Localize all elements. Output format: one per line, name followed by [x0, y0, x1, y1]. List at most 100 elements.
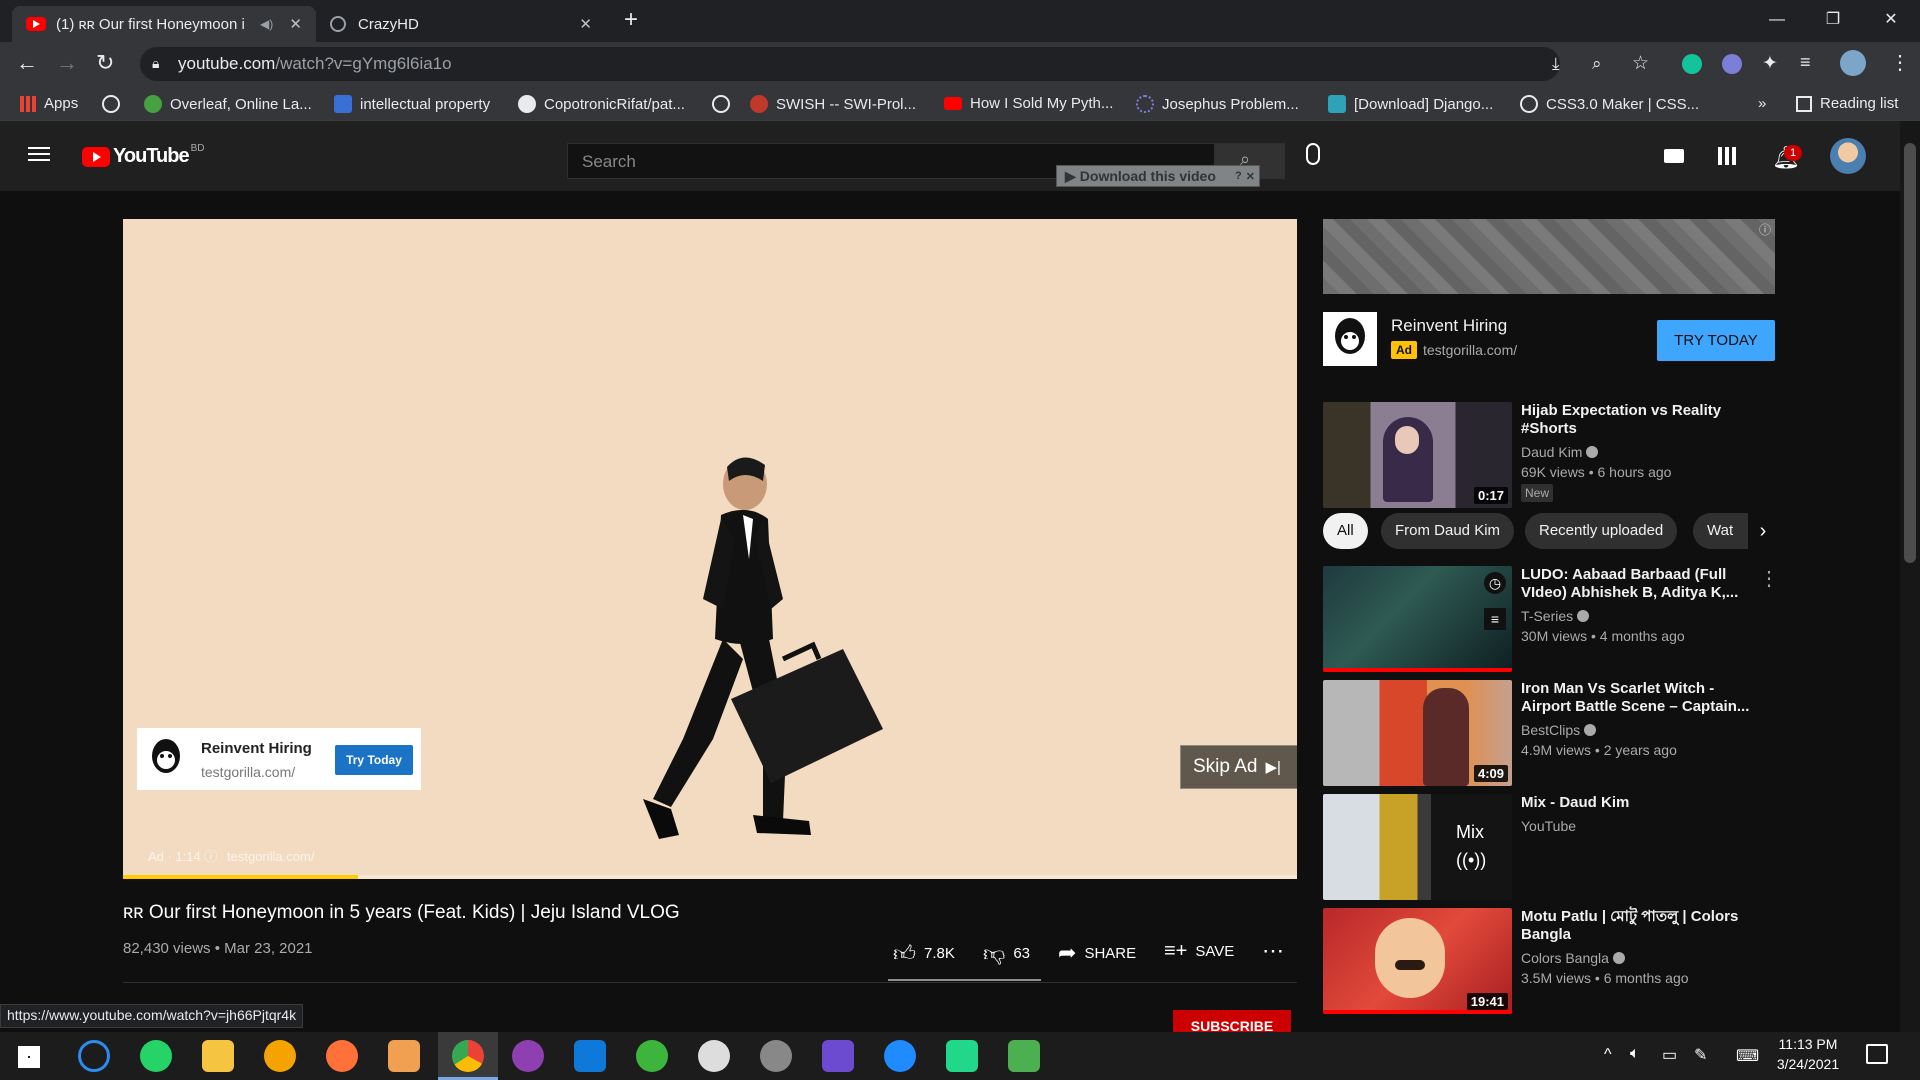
- minimize-button[interactable]: —: [1754, 6, 1800, 34]
- video-title[interactable]: Iron Man Vs Scarlet Witch - Airport Batt…: [1521, 680, 1761, 716]
- tray-chevron-up-icon[interactable]: ^: [1604, 1046, 1612, 1064]
- bookmark-star-icon[interactable]: ☆: [1632, 52, 1649, 75]
- vscode-icon[interactable]: [574, 1040, 606, 1072]
- whatsapp-icon[interactable]: [140, 1040, 172, 1072]
- ad-info-url[interactable]: testgorilla.com/: [227, 849, 314, 864]
- chrome-taskbar-active[interactable]: [438, 1032, 498, 1080]
- recommendation-item[interactable]: 19:41 Motu Patlu | মোটু পাতলু | Colors B…: [1323, 908, 1783, 1014]
- video-thumbnail[interactable]: 0:17: [1323, 402, 1512, 508]
- chevron-right-icon[interactable]: ›: [1748, 513, 1778, 549]
- media-control-icon[interactable]: ≡: [1800, 52, 1811, 73]
- back-button[interactable]: ←: [16, 50, 38, 76]
- pycharm-icon[interactable]: [946, 1040, 978, 1072]
- audio-icon[interactable]: ◀): [260, 17, 273, 31]
- app-icon[interactable]: [388, 1040, 420, 1072]
- app-icon[interactable]: [636, 1040, 668, 1072]
- help-icon[interactable]: ?: [1235, 170, 1242, 182]
- subscribe-button[interactable]: SUBSCRIBE: [1173, 1010, 1291, 1032]
- chip-watched[interactable]: Wat: [1693, 513, 1753, 549]
- close-tab-icon[interactable]: ✕: [289, 15, 302, 33]
- skip-ad-button[interactable]: Skip Ad ▶|: [1180, 745, 1297, 789]
- volume-icon[interactable]: 🔈︎: [1630, 1045, 1640, 1063]
- chip-all[interactable]: All: [1323, 513, 1368, 549]
- youtube-logo[interactable]: YouTube BD: [82, 143, 204, 168]
- firefox-icon[interactable]: [326, 1040, 358, 1072]
- apps-icon[interactable]: [1718, 147, 1736, 165]
- save-button[interactable]: ≡+ SAVE: [1164, 940, 1234, 963]
- windows-start-icon[interactable]: [18, 1046, 40, 1068]
- recommendation-item[interactable]: Mix ((•)) Mix - Daud Kim YouTube: [1323, 794, 1783, 900]
- channel-name[interactable]: BestClips: [1521, 722, 1597, 738]
- bookmark-django[interactable]: [Download] Django...: [1328, 95, 1493, 113]
- video-title[interactable]: Hijab Expectation vs Reality #Shorts: [1521, 402, 1761, 438]
- channel-name[interactable]: T-Series: [1521, 608, 1590, 624]
- video-title[interactable]: LUDO: Aabaad Barbaad (Full VIdeo) Abhish…: [1521, 566, 1761, 602]
- zoom-icon[interactable]: ⌕: [1592, 54, 1602, 74]
- browser-menu-icon[interactable]: ⋮: [1890, 50, 1910, 75]
- dislike-button[interactable]: 👎︎ 63: [983, 940, 1030, 967]
- chip-recently-uploaded[interactable]: Recently uploaded: [1525, 513, 1678, 549]
- video-thumbnail[interactable]: ◷ ≡: [1323, 566, 1512, 672]
- app-icon[interactable]: [760, 1040, 792, 1072]
- close-window-button[interactable]: ✕: [1868, 6, 1914, 34]
- bookmarks-overflow-button[interactable]: »: [1758, 95, 1766, 112]
- video-title[interactable]: Motu Patlu | মোটু পাতলু | Colors Bangla: [1521, 908, 1761, 944]
- bookmark-overleaf[interactable]: Overleaf, Online La...: [144, 95, 312, 113]
- sidebar-ad-logo[interactable]: [1323, 312, 1377, 366]
- messenger-icon[interactable]: [884, 1040, 916, 1072]
- reload-button[interactable]: ↻: [96, 50, 114, 76]
- tab-crazyhd[interactable]: CrazyHD ✕: [316, 6, 606, 42]
- microphone-icon[interactable]: [1306, 143, 1320, 165]
- download-video-bar[interactable]: ▶ Download this video ? ✕: [1056, 165, 1260, 187]
- app-icon[interactable]: [1008, 1040, 1040, 1072]
- download-page-icon[interactable]: ⤓: [1552, 54, 1560, 74]
- clock[interactable]: 11:13 PM 3/24/2021: [1768, 1036, 1848, 1072]
- new-tab-button[interactable]: +: [624, 6, 638, 34]
- pen-icon[interactable]: ✎: [1694, 1045, 1707, 1065]
- profile-avatar[interactable]: [1840, 50, 1866, 76]
- video-title[interactable]: Mix - Daud Kim: [1521, 794, 1761, 812]
- tab-youtube[interactable]: (1) ʀʀ Our first Honeymoon i ◀) ✕: [12, 6, 316, 42]
- reading-list-button[interactable]: Reading list: [1796, 95, 1898, 112]
- lock-icon[interactable]: 🔒︎: [152, 55, 159, 72]
- video-thumbnail[interactable]: 19:41: [1323, 908, 1512, 1014]
- bookmark-josephus[interactable]: Josephus Problem...: [1136, 95, 1299, 113]
- bookmark-apps[interactable]: Apps: [20, 95, 78, 112]
- channel-name[interactable]: Daud Kim: [1521, 444, 1599, 460]
- app-icon[interactable]: [264, 1040, 296, 1072]
- notification-center-icon[interactable]: [1866, 1044, 1888, 1064]
- file-explorer-icon[interactable]: [202, 1040, 234, 1072]
- more-actions-icon[interactable]: ⋯: [1262, 938, 1284, 964]
- sidebar-ad-title[interactable]: Reinvent Hiring: [1391, 316, 1507, 336]
- scrollbar-thumb[interactable]: [1904, 143, 1916, 563]
- extension-icon[interactable]: [1722, 54, 1742, 74]
- video-thumbnail[interactable]: 4:09: [1323, 680, 1512, 786]
- extensions-puzzle-icon[interactable]: ✦: [1762, 52, 1778, 75]
- bookmark-css-maker[interactable]: CSS3.0 Maker | CSS...: [1520, 95, 1699, 113]
- chip-from-daud-kim[interactable]: From Daud Kim: [1381, 513, 1515, 549]
- address-bar[interactable]: 🔒︎ youtube.com/watch?v=gYmg6l6ia1o ⤓ ⌕ ☆: [140, 47, 1649, 81]
- share-button[interactable]: ➦ SHARE: [1058, 940, 1136, 966]
- close-tab-icon[interactable]: ✕: [579, 15, 592, 33]
- try-today-button[interactable]: TRY TODAY: [1657, 320, 1775, 361]
- keyboard-icon[interactable]: ⌨: [1736, 1046, 1759, 1066]
- add-to-queue-icon[interactable]: ≡: [1484, 608, 1506, 630]
- bookmark-github[interactable]: CopotronicRifat/pat...: [518, 95, 685, 113]
- info-icon[interactable]: ⓘ: [204, 849, 221, 864]
- visual-studio-icon[interactable]: [822, 1040, 854, 1072]
- page-scrollbar[interactable]: [1900, 121, 1920, 1032]
- app-icon[interactable]: [698, 1040, 730, 1072]
- grammarly-extension-icon[interactable]: [1682, 54, 1702, 74]
- video-thumbnail[interactable]: Mix ((•)): [1323, 794, 1512, 900]
- close-icon[interactable]: ✕: [1246, 170, 1255, 183]
- recommendation-item[interactable]: 0:17 Hijab Expectation vs Reality #Short…: [1323, 402, 1783, 508]
- forward-button[interactable]: →: [56, 50, 78, 76]
- video-player[interactable]: Reinvent Hiring testgorilla.com/ Try Tod…: [123, 219, 1297, 879]
- github-desktop-icon[interactable]: [512, 1040, 544, 1072]
- recommendation-item[interactable]: ◷ ≡ LUDO: Aabaad Barbaad (Full VIdeo) Ab…: [1323, 566, 1783, 672]
- ad-info-icon[interactable]: ⓘ: [1759, 221, 1771, 238]
- bookmark-youtube[interactable]: How I Sold My Pyth...: [944, 95, 1113, 112]
- recommendation-item[interactable]: 4:09 Iron Man Vs Scarlet Witch - Airport…: [1323, 680, 1783, 786]
- network-icon[interactable]: ▭: [1662, 1045, 1677, 1065]
- sidebar-banner-ad[interactable]: ⓘ: [1323, 219, 1775, 294]
